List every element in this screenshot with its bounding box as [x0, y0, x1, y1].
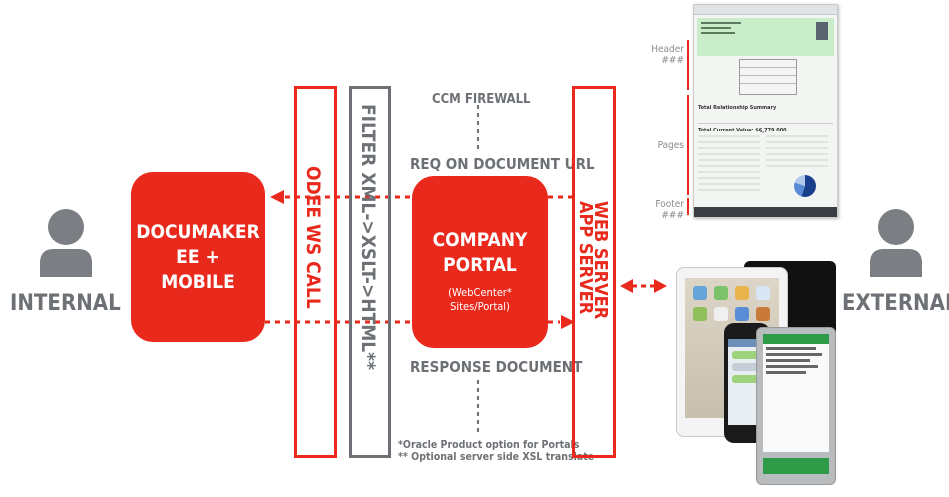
android-phone [756, 327, 836, 485]
app-icon [735, 307, 749, 321]
doc-pages-label: Pages [657, 140, 684, 151]
doc-footer-text: Footer [655, 199, 684, 210]
doc-table [698, 131, 760, 191]
pie-chart-icon [794, 175, 816, 197]
doc-footer-label: Footer ### [650, 199, 684, 221]
devices-illustration [672, 255, 847, 490]
filter-xml-label: FILTER XML->XSLT->HTML** [357, 104, 379, 371]
footnote-2: ** Optional server side XSL translate [398, 451, 595, 463]
footnotes: *Oracle Product option for Portals ** Op… [398, 439, 594, 463]
app-icon [714, 286, 728, 300]
doc-photo [816, 22, 828, 40]
device-arrow-right [654, 279, 667, 293]
person-icon [870, 209, 922, 277]
internal-label: INTERNAL [10, 291, 121, 316]
portal-sub-1: (WebCenter* [448, 286, 512, 299]
doc-header-text: Header [651, 44, 684, 55]
doc-header-band [697, 18, 834, 56]
app-server-label: APP SERVER [575, 201, 596, 315]
app-icon [693, 286, 707, 300]
device-arrow-left [620, 279, 633, 293]
app-icon [756, 286, 770, 300]
doc-footer-band [694, 207, 837, 217]
documaker-box: DOCUMAKER EE + MOBILE [131, 172, 265, 342]
external-label: EXTERNAL [842, 291, 949, 316]
internal-actor: INTERNAL [10, 205, 130, 316]
android-screen [763, 334, 829, 452]
documaker-line-2: EE + [176, 246, 220, 268]
app-icon [714, 307, 728, 321]
doc-titlebar [694, 5, 837, 15]
doc-header-sub: ### [661, 55, 684, 66]
doc-header-label: Header ### [650, 44, 684, 66]
firewall-label: CCM FIREWALL [432, 92, 531, 107]
odee-ws-call-label: ODEE WS CALL [302, 166, 324, 309]
person-icon [40, 209, 92, 277]
external-actor: EXTERNAL [838, 205, 949, 316]
portal-line-1: COMPANY [432, 229, 528, 251]
response-label: RESPONSE DOCUMENT [410, 358, 583, 376]
app-icon [693, 307, 707, 321]
documaker-line-1: DOCUMAKER [136, 221, 260, 243]
portal-sub-2: Sites/Portal) [450, 300, 510, 313]
doc-table-2 [766, 131, 828, 171]
doc-footer-sub: ### [661, 210, 684, 221]
doc-menu-table [739, 59, 797, 95]
doc-summary-title: Total Relationship Summary [698, 105, 777, 111]
app-icon [735, 286, 749, 300]
request-label: REQ ON DOCUMENT URL [410, 155, 595, 173]
portal-line-2: PORTAL [443, 254, 517, 276]
documaker-line-3: MOBILE [161, 271, 235, 293]
document-preview: Total Relationship Summary Total Current… [693, 4, 838, 218]
footnote-1: *Oracle Product option for Portals [398, 439, 580, 451]
call-arrow-left [270, 190, 284, 204]
company-portal-box: COMPANY PORTAL (WebCenter* Sites/Portal) [412, 176, 548, 348]
app-icon [756, 307, 770, 321]
